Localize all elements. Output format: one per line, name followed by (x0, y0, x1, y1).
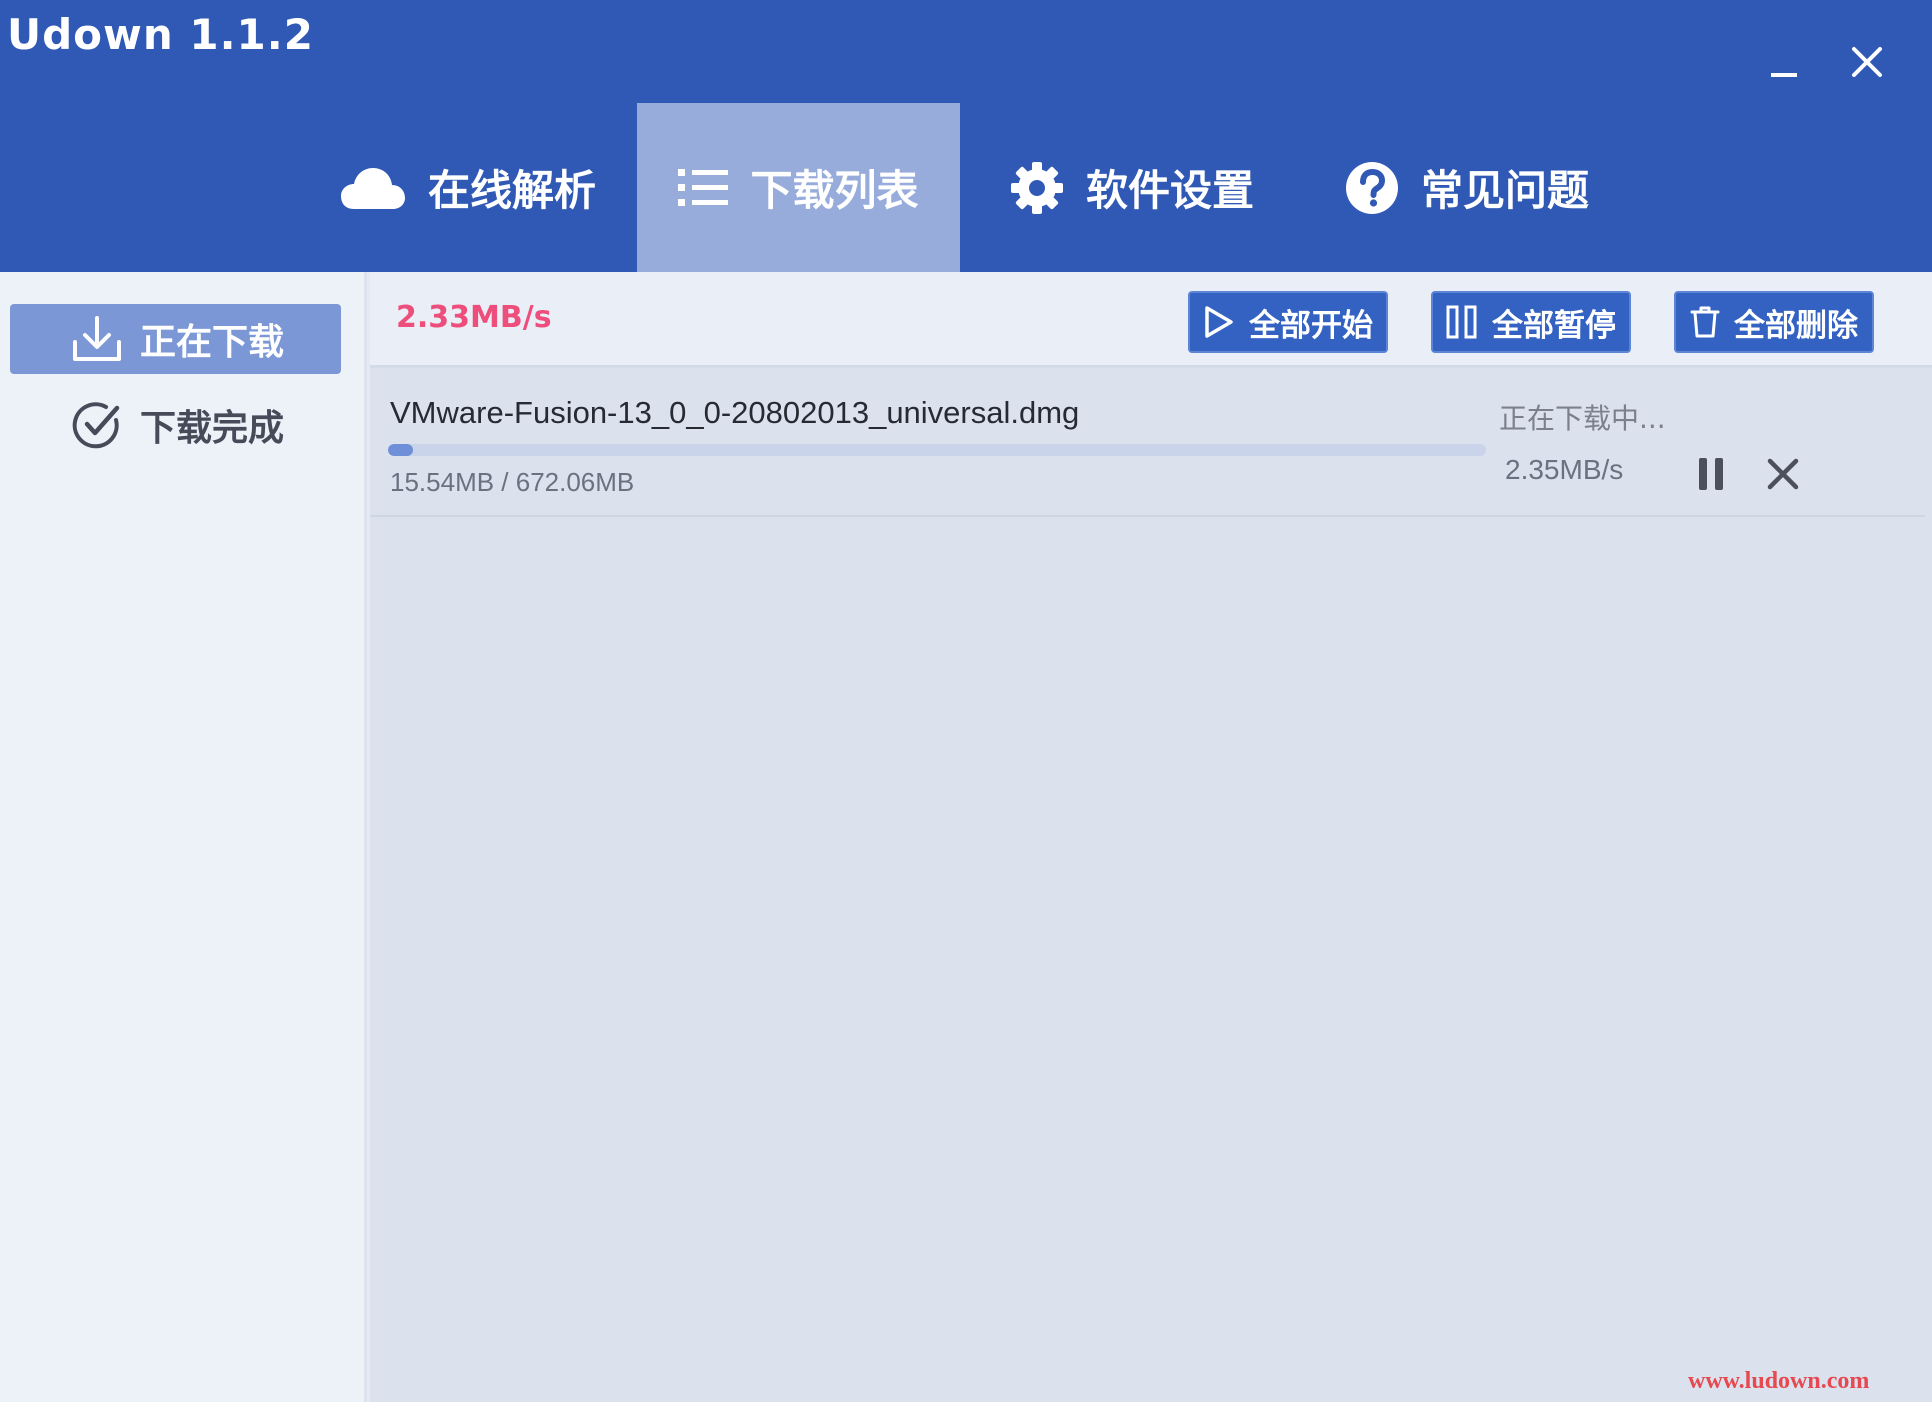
tab-software-settings[interactable]: 软件设置 (1010, 103, 1280, 272)
sidebar-item-label: 下载完成 (140, 408, 285, 449)
delete-all-button[interactable]: 全部删除 (1674, 291, 1874, 353)
task-progress-fill (388, 444, 414, 456)
play-icon (1205, 306, 1233, 338)
cloud-icon (341, 167, 405, 209)
question-icon (1346, 161, 1398, 214)
toolbar: 2.33MB/s 全部开始 全部暂停 全部删除 (370, 272, 1932, 368)
pause-icon (1699, 458, 1723, 490)
app-title: Udown 1.1.2 (7, 10, 314, 59)
task-cancel-button[interactable] (1760, 451, 1806, 497)
sidebar-item-completed[interactable]: 下载完成 (10, 390, 341, 460)
close-icon (1767, 458, 1799, 490)
button-label: 全部开始 (1249, 307, 1373, 344)
close-button[interactable] (1835, 30, 1899, 94)
pause-all-button[interactable]: 全部暂停 (1431, 291, 1631, 353)
close-icon (1852, 47, 1882, 77)
task-pause-button[interactable] (1688, 451, 1734, 497)
button-label: 全部删除 (1734, 307, 1858, 344)
pause-icon (1446, 305, 1477, 339)
tab-label: 下载列表 (750, 166, 919, 215)
task-size: 15.54MB / 672.06MB (390, 467, 635, 497)
tab-faq[interactable]: 常见问题 (1345, 103, 1605, 272)
tab-label: 软件设置 (1086, 166, 1255, 215)
list-icon (678, 168, 729, 206)
sidebar-item-downloading[interactable]: 正在下载 (10, 304, 341, 374)
download-task-row: VMware-Fusion-13_0_0-20802013_universal.… (370, 371, 1925, 517)
task-file-name: VMware-Fusion-13_0_0-20802013_universal.… (390, 395, 1080, 430)
tab-online-parse[interactable]: 在线解析 (340, 103, 620, 272)
watermark: www.ludown.com (1688, 1368, 1870, 1394)
trash-icon (1690, 306, 1720, 338)
title-bar: Udown 1.1.2 在线解析 下载列表 软件设置 常见问题 (0, 0, 1932, 272)
minimize-icon (1771, 73, 1797, 77)
task-status: 正在下载中... (1499, 402, 1666, 435)
tab-download-list[interactable]: 下载列表 (637, 103, 960, 272)
gear-icon (1011, 161, 1063, 214)
start-all-button[interactable]: 全部开始 (1188, 291, 1388, 353)
task-speed: 2.35MB/s (1505, 454, 1624, 485)
main-nav: 在线解析 下载列表 软件设置 常见问题 (0, 103, 1932, 272)
tab-label: 在线解析 (428, 166, 597, 215)
total-speed: 2.33MB/s (396, 300, 552, 335)
minimize-button[interactable] (1752, 30, 1816, 94)
button-label: 全部暂停 (1492, 307, 1616, 344)
download-list-panel: 2.33MB/s 全部开始 全部暂停 全部删除 VMware-Fusion-13… (370, 272, 1932, 1402)
tab-label: 常见问题 (1421, 166, 1590, 215)
check-circle-icon (72, 402, 120, 449)
sidebar-item-label: 正在下载 (140, 322, 285, 363)
task-progress-bar (388, 444, 1486, 456)
download-icon (73, 316, 121, 361)
sidebar: 正在下载 下载完成 (0, 272, 367, 1402)
